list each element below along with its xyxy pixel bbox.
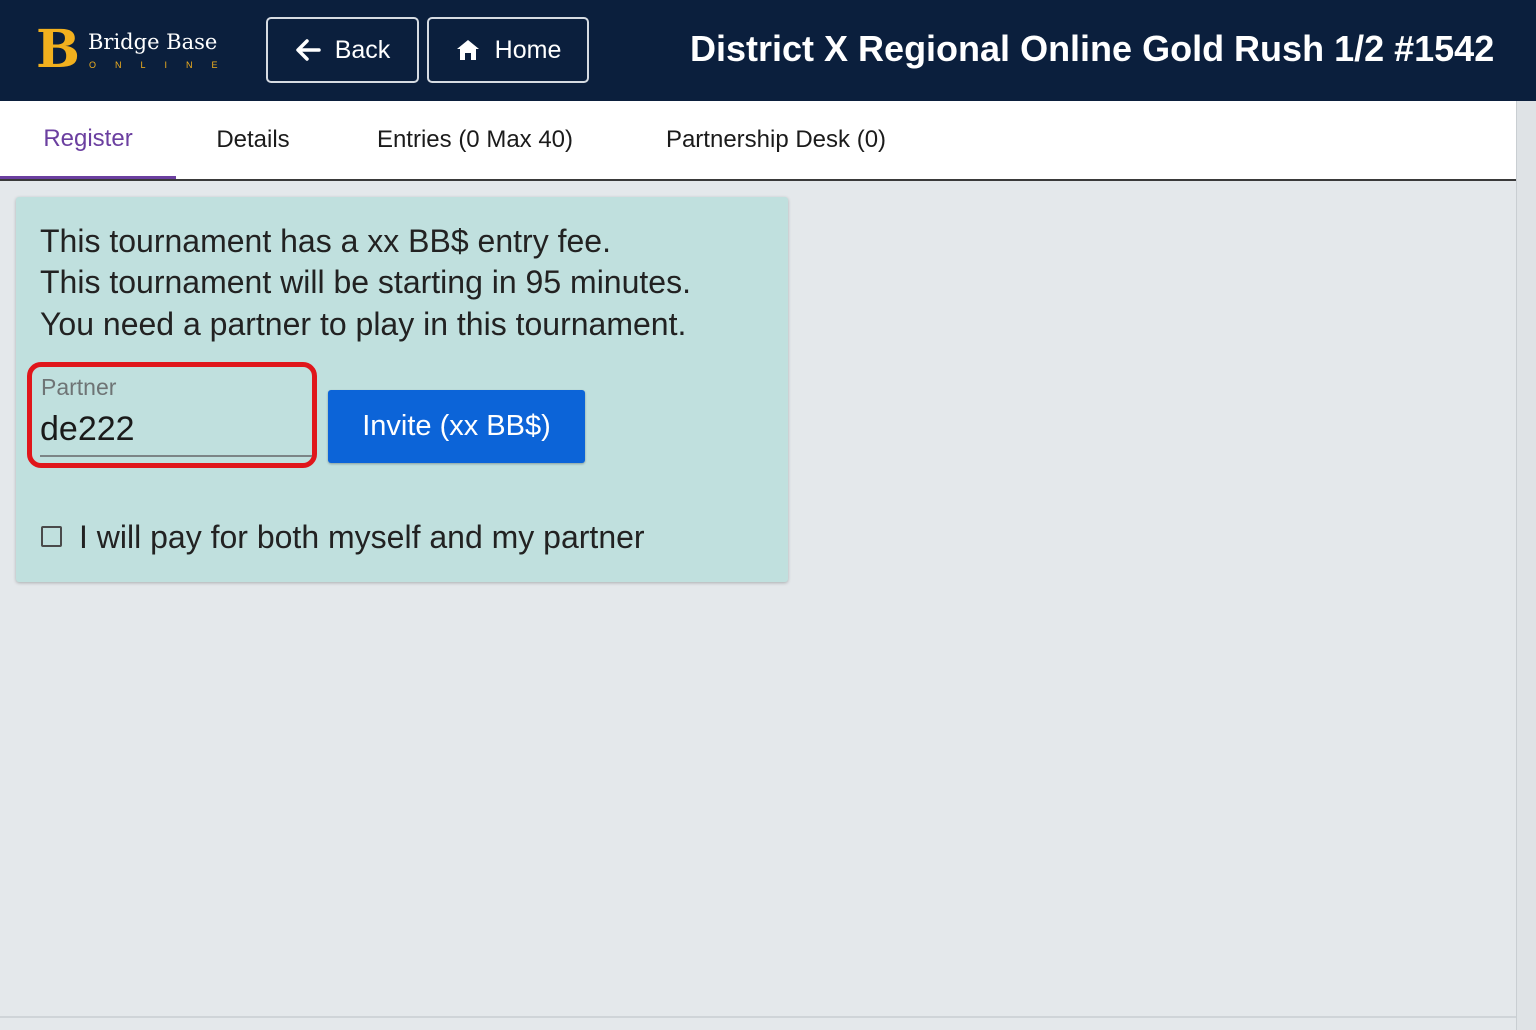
arrow-left-icon: [295, 38, 321, 62]
start-time-text: This tournament will be starting in 95 m…: [40, 264, 691, 300]
pay-both-checkbox[interactable]: [41, 526, 62, 547]
tab-partnership-desk[interactable]: Partnership Desk (0): [620, 101, 932, 179]
pay-both-label[interactable]: I will pay for both myself and my partne…: [79, 519, 645, 556]
entry-fee-text: This tournament has a xx BB$ entry fee.: [40, 223, 611, 259]
scrollbar[interactable]: [1516, 101, 1536, 1030]
logo-name: Bridge Base: [88, 30, 218, 54]
invite-button[interactable]: Invite (xx BB$): [328, 390, 585, 463]
home-button[interactable]: Home: [427, 17, 589, 83]
bottom-divider: [0, 1016, 1516, 1018]
home-icon: [455, 38, 481, 62]
page: B Bridge Base ONLINE Back Home District …: [0, 0, 1536, 1030]
tab-register[interactable]: Register: [0, 101, 176, 179]
top-bar: B Bridge Base ONLINE Back Home District …: [0, 0, 1536, 101]
logo-subtitle: ONLINE: [89, 60, 237, 70]
logo-b-mark: B: [36, 19, 80, 80]
bbo-logo[interactable]: B Bridge Base ONLINE: [36, 22, 237, 78]
partner-required-text: You need a partner to play in this tourn…: [40, 306, 687, 342]
partner-label: Partner: [41, 374, 117, 400]
tab-details[interactable]: Details: [176, 101, 330, 179]
register-card: This tournament has a xx BB$ entry fee. …: [16, 197, 788, 582]
home-button-label: Home: [494, 35, 562, 64]
back-button[interactable]: Back: [266, 17, 419, 83]
back-button-label: Back: [334, 35, 391, 64]
tab-bar: Register Details Entries (0 Max 40) Part…: [0, 101, 1516, 181]
partner-input[interactable]: [40, 403, 312, 457]
tournament-title: District X Regional Online Gold Rush 1/2…: [690, 28, 1495, 69]
tab-entries[interactable]: Entries (0 Max 40): [330, 101, 620, 179]
